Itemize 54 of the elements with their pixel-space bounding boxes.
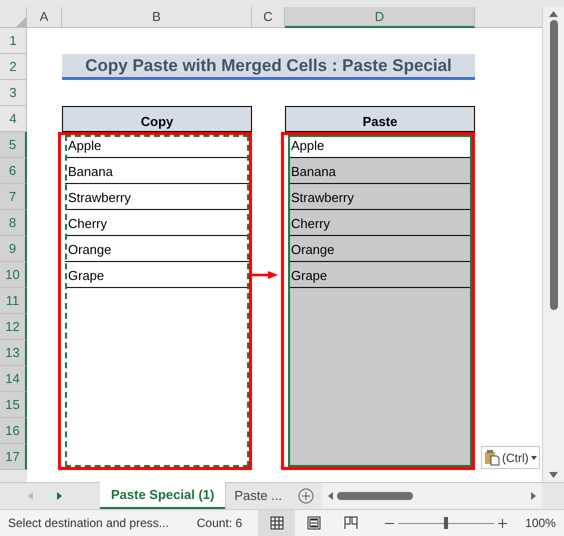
- column-heading: Paste: [285, 106, 475, 132]
- table-cell: Cherry: [65, 210, 249, 236]
- table-cell: Grape: [65, 262, 249, 288]
- table-cell: Orange: [288, 236, 472, 262]
- scroll-up-icon[interactable]: [549, 11, 558, 17]
- row-header[interactable]: 15: [0, 392, 27, 418]
- row-header[interactable]: 6: [0, 158, 27, 184]
- row-header[interactable]: 12: [0, 314, 27, 340]
- horizontal-scrollbar[interactable]: [322, 483, 542, 509]
- column-heading: Copy: [62, 106, 252, 132]
- row-header[interactable]: 16: [0, 418, 27, 444]
- row-header[interactable]: 17: [0, 444, 27, 470]
- count-readout: Count: 6: [196, 515, 242, 532]
- zoom-slider[interactable]: [398, 517, 494, 529]
- zoom-in-icon[interactable]: [498, 518, 508, 528]
- scroll-down-icon[interactable]: [549, 472, 558, 478]
- table-cell: Grape: [288, 262, 472, 288]
- scroll-thumb[interactable]: [550, 20, 558, 310]
- row-header[interactable]: 11: [0, 288, 27, 314]
- table-cell: Banana: [288, 158, 472, 184]
- add-sheet-icon[interactable]: [298, 488, 314, 504]
- page-break-icon: [344, 516, 358, 530]
- clipboard-icon: [484, 449, 500, 466]
- row-header[interactable]: 10: [0, 262, 27, 288]
- sheet-title: Copy Paste with Merged Cells : Paste Special: [62, 54, 475, 80]
- page-icon: [306, 516, 321, 530]
- vertical-scrollbar[interactable]: [542, 7, 564, 482]
- table-cell: Strawberry: [288, 184, 472, 210]
- row-header[interactable]: 5: [0, 132, 27, 158]
- caret-icon: [530, 456, 537, 460]
- table-cell: Cherry: [288, 210, 472, 236]
- row-header[interactable]: 13: [0, 340, 27, 366]
- row-header[interactable]: 7: [0, 184, 27, 210]
- scroll-thumb[interactable]: [337, 492, 414, 500]
- table-cell: Strawberry: [65, 184, 249, 210]
- slider-thumb[interactable]: [444, 517, 448, 529]
- table-cell: Orange: [65, 236, 249, 262]
- scroll-right-icon[interactable]: [531, 492, 536, 500]
- row-header[interactable]: 9: [0, 236, 27, 262]
- grid-icon: [270, 516, 284, 530]
- table-cell: Apple: [65, 132, 249, 158]
- paste-options-button[interactable]: (Ctrl): [481, 446, 540, 469]
- column-header[interactable]: D: [285, 7, 475, 28]
- scroll-left-icon[interactable]: [328, 492, 334, 500]
- table-cell: Banana: [65, 158, 249, 184]
- row-header[interactable]: 8: [0, 210, 27, 236]
- row-header[interactable]: 14: [0, 366, 27, 392]
- sheet-tab[interactable]: Paste Special (1): [100, 482, 226, 509]
- zoom-level[interactable]: 100%: [525, 514, 556, 532]
- arrow-icon: [252, 271, 278, 279]
- scroll-right-icon[interactable]: [57, 492, 62, 500]
- corner-triangle-icon: [16, 17, 26, 27]
- status-message: Select destination and press...: [8, 515, 169, 532]
- view-button[interactable]: [258, 510, 296, 536]
